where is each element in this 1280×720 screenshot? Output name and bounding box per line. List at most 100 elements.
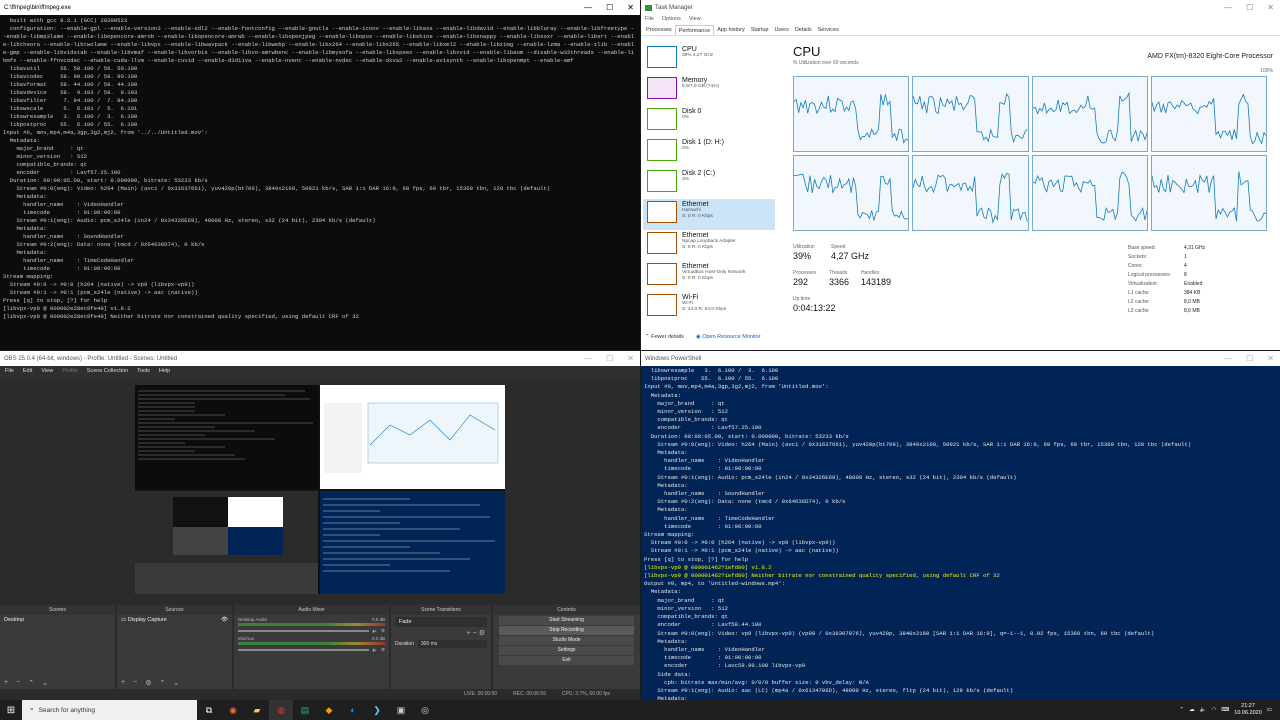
obs-titlebar[interactable]: OBS 25.0.4 (64-bit, windows) - Profile: …	[0, 351, 640, 366]
source-item[interactable]: ▭ Display Capture 👁	[117, 615, 232, 625]
obs-menu-profile[interactable]: Profile	[62, 368, 78, 377]
menu-view[interactable]: View	[689, 16, 701, 24]
obs-title: OBS 25.0.4 (64-bit, windows) - Profile: …	[4, 355, 178, 362]
close-icon[interactable]: ✕	[1267, 0, 1274, 15]
resource-item[interactable]: CPU 39% 4,27 GHz	[643, 44, 775, 75]
start-streaming-button[interactable]: Start Streaming	[499, 616, 634, 625]
settings-button[interactable]: Settings	[499, 646, 634, 655]
obs-menu-file[interactable]: File	[5, 368, 14, 377]
stop-recording-button[interactable]: Stop Recording	[499, 626, 634, 635]
obs-window[interactable]: OBS 25.0.4 (64-bit, windows) - Profile: …	[0, 351, 640, 700]
eye-icon[interactable]: 👁	[221, 617, 228, 623]
speaker-icon[interactable]: 🔈	[372, 628, 378, 634]
exit-button[interactable]: Exit	[499, 656, 634, 665]
move-up-icon[interactable]: ⌃	[159, 679, 165, 687]
gear-icon[interactable]: ⚙	[381, 628, 385, 634]
mic-audio-slider[interactable]	[238, 649, 370, 651]
volume-icon[interactable]: 🔈	[1200, 707, 1207, 713]
github-icon[interactable]: ◎	[413, 700, 437, 720]
language-icon[interactable]: ⌨	[1221, 707, 1229, 713]
tab-services[interactable]: Services	[815, 25, 842, 35]
tab-users[interactable]: Users	[771, 25, 791, 35]
clock[interactable]: 21:27 10.06.2020	[1234, 703, 1262, 717]
minimize-icon[interactable]: —	[1224, 351, 1232, 366]
network-icon[interactable]: ☁	[1189, 707, 1195, 713]
desktop-audio-slider[interactable]	[238, 630, 370, 632]
speaker-icon[interactable]: 🔈	[372, 647, 378, 653]
resource-item[interactable]: Ethernet VirtualBox Host-Only Network S: …	[643, 261, 775, 292]
resource-item[interactable]: Disk 0 0%	[643, 106, 775, 137]
minimize-icon[interactable]: —	[1224, 0, 1232, 15]
resource-item[interactable]: Memory 5,9/7,9 GB (74%)	[643, 75, 775, 106]
obs-menu-edit[interactable]: Edit	[23, 368, 32, 377]
obs-menu-tools[interactable]: Tools	[137, 368, 150, 377]
edge-icon[interactable]: ◐	[341, 700, 365, 720]
add-scene-icon[interactable]: +	[4, 679, 8, 687]
task-manager-window[interactable]: Task Manager — ☐ ✕ File Options View Proce…	[641, 0, 1280, 350]
task-view-icon[interactable]: ⧉	[197, 700, 221, 720]
ffmpeg-console-window[interactable]: C:\ffmpeg\bin\ffmpeg.exe — ☐ ✕ built with …	[0, 0, 640, 350]
gear-icon[interactable]: ⚙	[381, 647, 385, 653]
resource-item[interactable]: Ethernet Hamachi S: 0 R: 0 Kbps	[643, 199, 775, 230]
tab-details[interactable]: Details	[792, 25, 815, 35]
notification-icon[interactable]: ▭	[1267, 707, 1272, 713]
open-resource-monitor-link[interactable]: ◉ Open Resource Monitor	[696, 334, 761, 340]
close-icon[interactable]: ✕	[1267, 351, 1274, 366]
obs-menu-help[interactable]: Help	[159, 368, 170, 377]
resource-item[interactable]: Disk 2 (C:) 3%	[643, 168, 775, 199]
move-up-icon[interactable]: ⌃	[28, 679, 34, 687]
task-manager-titlebar[interactable]: Task Manager — ☐ ✕	[641, 0, 1280, 15]
minimize-icon[interactable]: —	[584, 0, 592, 15]
resource-item[interactable]: Ethernet Npcap Loopback Adapter S: 0 R: 0…	[643, 230, 775, 261]
remove-scene-icon[interactable]: −	[16, 679, 20, 687]
gear-icon[interactable]: ⚙	[145, 679, 151, 687]
scene-item-desktop[interactable]: Desktop	[0, 615, 115, 625]
move-down-icon[interactable]: ⌄	[173, 679, 179, 687]
obs-menu-view[interactable]: View	[41, 368, 53, 377]
console-line: Stream #0:2(eng): Data: none (tmcd / 0x6…	[644, 498, 846, 506]
resource-item[interactable]: Disk 1 (D: H:) 2%	[643, 137, 775, 168]
powershell-taskbar-icon[interactable]: ❯	[365, 700, 389, 720]
maximize-icon[interactable]: ☐	[606, 351, 613, 366]
console-line: libavformat 58. 44.100 / 58. 44.100	[3, 81, 138, 88]
obs-menu-scene-collection[interactable]: Scene Collection	[87, 368, 128, 377]
file-explorer-icon[interactable]: ▰	[245, 700, 269, 720]
taskbar-search[interactable]: ⌕ Search for anything	[22, 700, 197, 720]
add-source-icon[interactable]: +	[121, 679, 125, 687]
tab-startup[interactable]: Startup	[748, 25, 772, 35]
minimize-icon[interactable]: —	[584, 351, 592, 366]
studio-mode-button[interactable]: Studio Mode	[499, 636, 634, 645]
maximize-icon[interactable]: ☐	[606, 0, 613, 15]
app-taskbar-icon[interactable]: ◆	[317, 700, 341, 720]
menu-options[interactable]: Options	[662, 16, 681, 24]
maximize-icon[interactable]: ☐	[1246, 0, 1253, 15]
remove-source-icon[interactable]: −	[133, 679, 137, 687]
wifi-icon[interactable]: ◠	[1212, 707, 1217, 713]
close-icon[interactable]: ✕	[627, 0, 634, 15]
resource-item[interactable]: Wi-Fi Wi-Fi S: 24,0 R: 64,0 Kbps	[643, 292, 775, 323]
task-manager-taskbar-icon[interactable]: ▤	[293, 700, 317, 720]
obs-taskbar-icon[interactable]: ◍	[269, 700, 293, 720]
windows-start-icon[interactable]: ⊞	[0, 700, 22, 720]
browser-icon[interactable]: ◉	[221, 700, 245, 720]
move-down-icon[interactable]: ⌄	[42, 679, 48, 687]
remove-transition-icon[interactable]: −	[473, 630, 477, 637]
gear-icon[interactable]: ⚙	[479, 630, 485, 637]
terminal-taskbar-icon[interactable]: ▣	[389, 700, 413, 720]
tray-chevron-icon[interactable]: ⌃	[1180, 707, 1185, 713]
tab-processes[interactable]: Processes	[643, 25, 675, 35]
maximize-icon[interactable]: ☐	[1246, 351, 1253, 366]
fewer-details-link[interactable]: ⌃ Fewer details	[645, 334, 684, 340]
tab-app-history[interactable]: App history	[714, 25, 748, 35]
close-icon[interactable]: ✕	[627, 351, 634, 366]
transition-select[interactable]: Fade	[395, 617, 487, 627]
duration-input[interactable]: 300 ms	[417, 640, 487, 648]
add-transition-icon[interactable]: +	[467, 630, 471, 637]
menu-file[interactable]: File	[645, 16, 654, 24]
spec-value: 4	[1184, 263, 1187, 269]
powershell-window[interactable]: Windows PowerShell — ☐ ✕ libswresample 3. …	[641, 351, 1280, 700]
ffmpeg-titlebar[interactable]: C:\ffmpeg\bin\ffmpeg.exe — ☐ ✕	[0, 0, 640, 15]
tab-performance[interactable]: Performance	[674, 25, 715, 35]
obs-preview[interactable]	[135, 385, 505, 594]
powershell-titlebar[interactable]: Windows PowerShell — ☐ ✕	[641, 351, 1280, 366]
